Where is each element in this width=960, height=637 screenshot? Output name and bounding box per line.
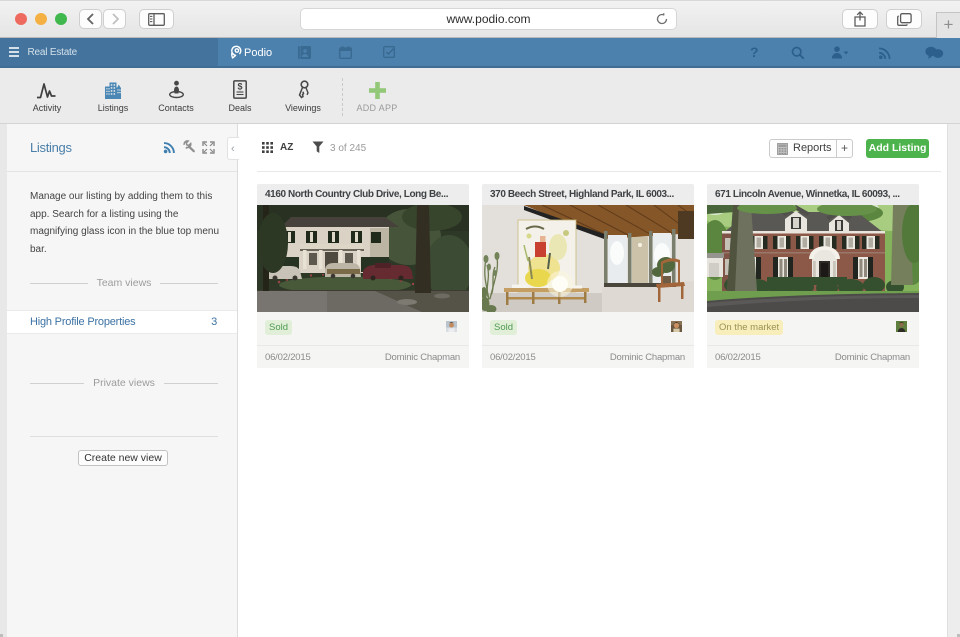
svg-text:$: $	[237, 82, 242, 92]
